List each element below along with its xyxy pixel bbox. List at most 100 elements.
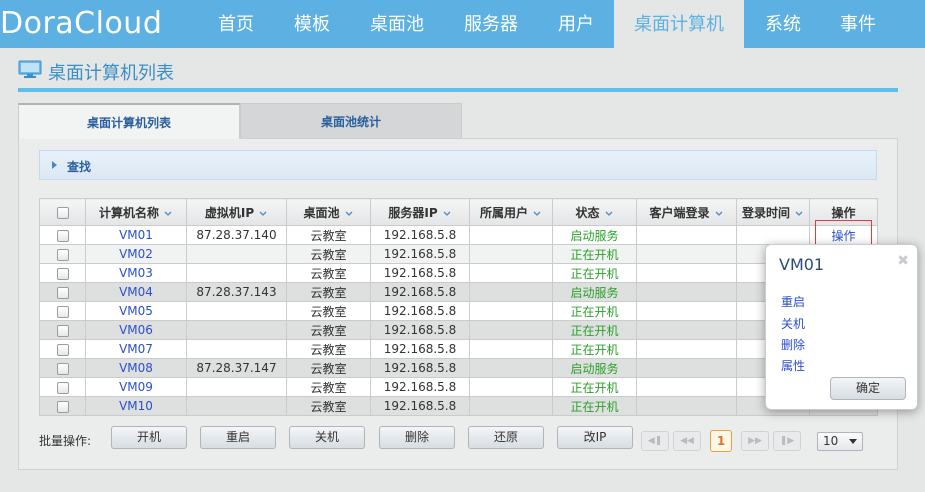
nav-events[interactable]: 事件 bbox=[822, 0, 894, 48]
delete-button[interactable]: 删除 bbox=[379, 426, 455, 449]
search-toggle[interactable]: 查找 bbox=[39, 150, 877, 180]
popup-restart-link[interactable]: 重启 bbox=[781, 293, 805, 310]
close-icon[interactable]: ✖ bbox=[897, 253, 909, 269]
col-header-vm-ip[interactable]: 虚拟机IP bbox=[186, 198, 287, 226]
server-ip: 192.168.5.8 bbox=[370, 301, 470, 321]
nav-users[interactable]: 用户 bbox=[540, 0, 612, 48]
row-checkbox[interactable] bbox=[56, 362, 69, 375]
client-login bbox=[636, 263, 737, 283]
nav-servers[interactable]: 服务器 bbox=[446, 0, 536, 48]
status: 正在开机 bbox=[552, 396, 637, 416]
table-row: VM02 云教室 192.168.5.8 正在开机 bbox=[39, 244, 878, 264]
vm-name-link[interactable]: VM02 bbox=[85, 244, 187, 264]
shutdown-button[interactable]: 关机 bbox=[289, 426, 365, 449]
col-header-user[interactable]: 所属用户 bbox=[469, 198, 553, 226]
pool-name: 云教室 bbox=[286, 358, 371, 378]
table-row: VM10 云教室 192.168.5.8 正在开机 bbox=[39, 396, 878, 416]
tab-pool-statistics[interactable]: 桌面池统计 bbox=[240, 103, 462, 139]
row-checkbox[interactable] bbox=[56, 267, 69, 280]
vm-ip bbox=[186, 377, 287, 397]
popup-properties-link[interactable]: 属性 bbox=[781, 357, 805, 374]
restore-button[interactable]: 还原 bbox=[468, 426, 544, 449]
col-header-pool[interactable]: 桌面池 bbox=[286, 198, 371, 226]
server-ip: 192.168.5.8 bbox=[370, 358, 470, 378]
row-checkbox[interactable] bbox=[56, 343, 69, 356]
nav-system[interactable]: 系统 bbox=[748, 0, 818, 48]
popup-ok-button[interactable]: 确定 bbox=[830, 377, 906, 400]
row-checkbox[interactable] bbox=[56, 286, 69, 299]
vm-name-link[interactable]: VM08 bbox=[85, 358, 187, 378]
status: 启动服务 bbox=[552, 225, 637, 245]
status: 正在开机 bbox=[552, 320, 637, 340]
server-ip: 192.168.5.8 bbox=[370, 396, 470, 416]
prev-page-icon[interactable]: ◀◀ bbox=[673, 431, 701, 451]
user bbox=[469, 244, 553, 264]
status: 正在开机 bbox=[552, 244, 637, 264]
user bbox=[469, 301, 553, 321]
pool-name: 云教室 bbox=[286, 225, 371, 245]
last-page-icon[interactable]: ❚▶ bbox=[773, 431, 801, 451]
row-checkbox[interactable] bbox=[56, 324, 69, 337]
vm-name-link[interactable]: VM07 bbox=[85, 339, 187, 359]
tab-desktop-computer-list[interactable]: 桌面计算机列表 bbox=[18, 103, 240, 139]
status: 启动服务 bbox=[552, 358, 637, 378]
row-checkbox[interactable] bbox=[56, 381, 69, 394]
col-header-client-login[interactable]: 客户端登录 bbox=[636, 198, 737, 226]
client-login bbox=[636, 301, 737, 321]
col-header-server-ip[interactable]: 服务器IP bbox=[370, 198, 470, 226]
popup-delete-link[interactable]: 删除 bbox=[781, 336, 805, 353]
vm-ip: 87.28.37.143 bbox=[186, 282, 287, 302]
nav-templates[interactable]: 模板 bbox=[276, 0, 348, 48]
vm-name-link[interactable]: VM09 bbox=[85, 377, 187, 397]
page-header: 桌面计算机列表 bbox=[18, 58, 898, 92]
power-on-button[interactable]: 开机 bbox=[111, 426, 187, 449]
pool-name: 云教室 bbox=[286, 282, 371, 302]
select-all-cell[interactable] bbox=[39, 198, 86, 226]
vm-ip: 87.28.37.147 bbox=[186, 358, 287, 378]
server-ip: 192.168.5.8 bbox=[370, 225, 470, 245]
row-checkbox[interactable] bbox=[56, 305, 69, 318]
row-checkbox[interactable] bbox=[56, 248, 69, 261]
row-checkbox[interactable] bbox=[56, 400, 69, 413]
client-login bbox=[636, 244, 737, 264]
vm-name-link[interactable]: VM03 bbox=[85, 263, 187, 283]
pool-name: 云教室 bbox=[286, 320, 371, 340]
popup-shutdown-link[interactable]: 关机 bbox=[781, 315, 805, 332]
vm-name-link[interactable]: VM05 bbox=[85, 301, 187, 321]
monitor-icon bbox=[18, 60, 42, 78]
next-page-icon[interactable]: ▶▶ bbox=[741, 431, 769, 451]
vm-name-link[interactable]: VM10 bbox=[85, 396, 187, 416]
page-title: 桌面计算机列表 bbox=[48, 63, 174, 84]
user bbox=[469, 339, 553, 359]
sort-icon bbox=[795, 211, 803, 216]
first-page-icon[interactable]: ◀❚ bbox=[641, 431, 669, 451]
table-row: VM07 云教室 192.168.5.8 正在开机 bbox=[39, 339, 878, 359]
login-time bbox=[736, 225, 810, 245]
table-row: VM05 云教室 192.168.5.8 正在开机 bbox=[39, 301, 878, 321]
pool-name: 云教室 bbox=[286, 301, 371, 321]
page-size-select[interactable]: 10 bbox=[817, 432, 863, 451]
restart-button[interactable]: 重启 bbox=[200, 426, 276, 449]
server-ip: 192.168.5.8 bbox=[370, 244, 470, 264]
current-page[interactable]: 1 bbox=[710, 430, 732, 452]
col-header-status[interactable]: 状态 bbox=[552, 198, 637, 226]
sort-icon bbox=[443, 211, 451, 216]
user bbox=[469, 396, 553, 416]
vm-name-link[interactable]: VM06 bbox=[85, 320, 187, 340]
nav-home[interactable]: 首页 bbox=[200, 0, 272, 48]
client-login bbox=[636, 396, 737, 416]
select-all-checkbox[interactable] bbox=[56, 206, 69, 219]
server-ip: 192.168.5.8 bbox=[370, 263, 470, 283]
col-header-login-time[interactable]: 登录时间 bbox=[736, 198, 810, 226]
nav-desktop-pools[interactable]: 桌面池 bbox=[352, 0, 442, 48]
table-row: VM09 云教室 192.168.5.8 正在开机 bbox=[39, 377, 878, 397]
vm-name-link[interactable]: VM04 bbox=[85, 282, 187, 302]
row-checkbox[interactable] bbox=[56, 229, 69, 242]
nav-desktop-computers[interactable]: 桌面计算机 bbox=[614, 0, 744, 48]
vm-name-link[interactable]: VM01 bbox=[85, 225, 187, 245]
table-row: VM04 87.28.37.143 云教室 192.168.5.8 启动服务 bbox=[39, 282, 878, 302]
vm-ip bbox=[186, 244, 287, 264]
desktop-computer-table: 计算机名称 虚拟机IP 桌面池 服务器IP 所属用户 状态 客户端登录 登录时间… bbox=[39, 198, 878, 416]
change-ip-button[interactable]: 改IP bbox=[557, 426, 633, 449]
col-header-name[interactable]: 计算机名称 bbox=[85, 198, 187, 226]
